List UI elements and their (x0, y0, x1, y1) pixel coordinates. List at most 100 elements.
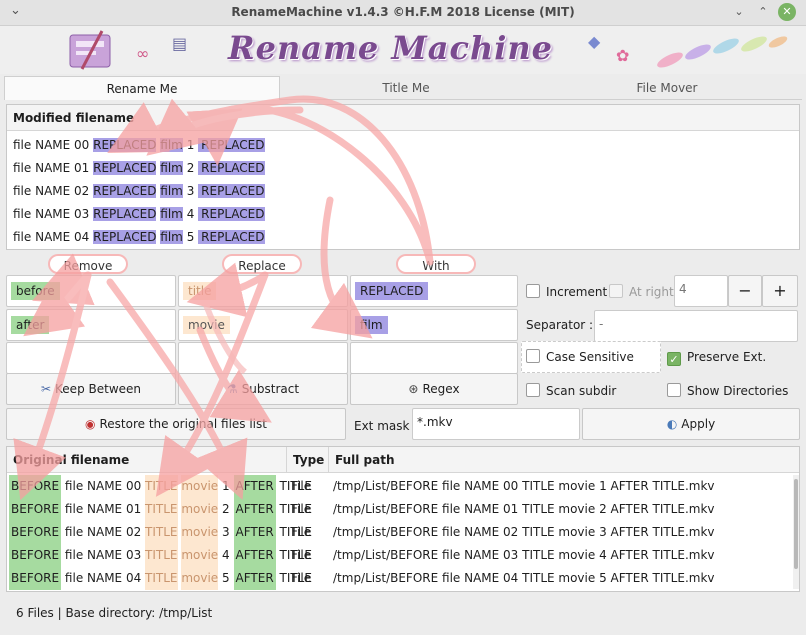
modified-replaced-1: REPLACED (93, 230, 157, 244)
modified-row[interactable]: file NAME 04 REPLACED film 5 REPLACED (13, 226, 265, 249)
table-row[interactable]: BEFORE file NAME 00 TITLE movie 1 AFTER … (7, 475, 793, 498)
replace-input-3[interactable] (178, 342, 348, 374)
apply-label: Apply (681, 417, 716, 431)
show-directories-checkbox[interactable]: Show Directories (667, 380, 788, 402)
case-sensitive-checkbox[interactable]: Case Sensitive (526, 346, 634, 368)
replace-input-1[interactable]: title (178, 275, 348, 307)
maximize-icon[interactable]: ⌃ (754, 3, 772, 21)
tab-bar: Rename Me Title Me File Mover (4, 76, 802, 100)
original-title: TITLE (145, 521, 178, 544)
keep-between-label: Keep Between (55, 382, 142, 396)
decor-links-icon: ∞ (136, 44, 150, 63)
table-row[interactable]: BEFORE file NAME 04 TITLE movie 5 AFTER … (7, 567, 793, 590)
remove-input-3[interactable] (6, 342, 176, 374)
status-bar: 6 Files | Base directory: /tmp/List (16, 606, 213, 620)
original-after: AFTER (233, 498, 276, 521)
original-after: AFTER (233, 475, 276, 498)
app-logo-icon (69, 30, 111, 70)
path-cell: /tmp/List/BEFORE file NAME 03 TITLE movi… (333, 548, 715, 562)
type-cell: File (291, 479, 312, 493)
modified-row[interactable]: file NAME 03 REPLACED film 4 REPLACED (13, 203, 265, 226)
remove-label: Remove (48, 254, 128, 274)
increment-button[interactable]: + (762, 275, 798, 307)
col-type[interactable]: Type (287, 447, 329, 473)
window-title: RenameMachine v1.4.3 ©H.F.M 2018 License… (231, 5, 575, 19)
tab-file-mover[interactable]: File Mover (532, 76, 802, 100)
modified-film: film (160, 161, 183, 175)
preserve-ext-checkbox[interactable]: ✓ Preserve Ext. (667, 346, 766, 368)
modified-number: 3 (186, 184, 195, 198)
modified-row[interactable]: file NAME 01 REPLACED film 2 REPLACED (13, 157, 265, 180)
col-full-path[interactable]: Full path (329, 447, 799, 473)
original-title: TITLE (145, 475, 178, 498)
increment-label: Increment (546, 285, 608, 299)
modified-row[interactable]: file NAME 02 REPLACED film 3 REPLACED (13, 180, 265, 203)
increment-value-field[interactable]: 4 (674, 275, 728, 307)
separator-field[interactable]: - (594, 310, 798, 342)
increment-checkbox[interactable]: Increment (526, 281, 607, 303)
modified-filename-header: Modified filename (7, 105, 799, 131)
decor-book-icon: ▤ (172, 34, 188, 53)
app-logo-text: Rename Machine (228, 29, 553, 67)
table-row[interactable]: BEFORE file NAME 03 TITLE movie 4 AFTER … (7, 544, 793, 567)
original-mid: file NAME 03 (64, 548, 142, 562)
substract-button[interactable]: ⚗ Substract (178, 373, 348, 405)
tab-rename-me[interactable]: Rename Me (4, 76, 280, 100)
modified-replaced-1: REPLACED (93, 184, 157, 198)
restore-icon: ◉ (85, 417, 96, 431)
tab-title-me[interactable]: Title Me (280, 76, 532, 100)
table-scrollbar[interactable] (793, 475, 799, 589)
modified-film: film (160, 138, 183, 152)
col-original-filename[interactable]: Original filename (7, 447, 287, 473)
regex-icon: ⊛ (408, 382, 419, 396)
with-input-1[interactable]: REPLACED (350, 275, 518, 307)
modified-number: 4 (186, 207, 195, 221)
modified-number: 5 (186, 230, 195, 244)
ext-mask-field[interactable]: *.mkv (412, 408, 580, 440)
apply-button[interactable]: ◐ Apply (582, 408, 800, 440)
show-directories-check-icon (667, 383, 681, 397)
keep-between-button[interactable]: ✂ Keep Between (6, 373, 176, 405)
close-icon[interactable]: ✕ (778, 3, 796, 21)
regex-button[interactable]: ⊛ Regex (350, 373, 518, 405)
table-row[interactable]: BEFORE file NAME 01 TITLE movie 2 AFTER … (7, 498, 793, 521)
window-titlebar: ⌄ RenameMachine v1.4.3 ©H.F.M 2018 Licen… (0, 0, 806, 26)
table-scrollbar-thumb[interactable] (794, 479, 798, 569)
original-mid: file NAME 01 (64, 502, 142, 516)
original-filename-cell: BEFORE file NAME 03 TITLE movie 4 AFTER … (9, 544, 312, 567)
table-row[interactable]: BEFORE file NAME 02 TITLE movie 3 AFTER … (7, 521, 793, 544)
modified-film: film (160, 184, 183, 198)
preserve-ext-label: Preserve Ext. (687, 350, 767, 364)
remove-input-1[interactable]: before (6, 275, 176, 307)
decrement-button[interactable]: − (728, 275, 762, 307)
with-input-2[interactable]: film (350, 309, 518, 341)
scan-subdir-checkbox[interactable]: Scan subdir (526, 380, 616, 402)
with-value-1: REPLACED (355, 282, 429, 300)
modified-prefix: file NAME 01 (13, 161, 90, 175)
with-input-3[interactable] (350, 342, 518, 374)
original-movie: movie (181, 498, 219, 521)
modified-filename-panel: Modified filename file NAME 00 REPLACED … (6, 104, 800, 250)
replace-input-2[interactable]: movie (178, 309, 348, 341)
original-movie: movie (181, 521, 219, 544)
remove-input-2[interactable]: after (6, 309, 176, 341)
substract-icon: ⚗ (226, 382, 238, 396)
path-cell: /tmp/List/BEFORE file NAME 04 TITLE movi… (333, 571, 715, 585)
path-cell: /tmp/List/BEFORE file NAME 02 TITLE movi… (333, 525, 715, 539)
modified-row[interactable]: file NAME 00 REPLACED film 1 REPLACED (13, 134, 265, 157)
minimize-icon[interactable]: ⌄ (730, 3, 748, 21)
original-filename-cell: BEFORE file NAME 04 TITLE movie 5 AFTER … (9, 567, 312, 590)
scan-subdir-check-icon (526, 383, 540, 397)
at-right-checkbox[interactable]: At right (609, 281, 674, 303)
original-before: BEFORE (9, 544, 62, 567)
path-cell: /tmp/List/BEFORE file NAME 01 TITLE movi… (333, 502, 715, 516)
original-before: BEFORE (9, 521, 62, 544)
replace-value-1: title (183, 282, 217, 300)
restore-button[interactable]: ◉ Restore the original files list (6, 408, 346, 440)
original-files-table: Original filename Type Full path BEFORE … (6, 446, 800, 592)
case-sensitive-label: Case Sensitive (546, 350, 634, 364)
original-before: BEFORE (9, 475, 62, 498)
modified-film: film (160, 207, 183, 221)
original-filename-cell: BEFORE file NAME 02 TITLE movie 3 AFTER … (9, 521, 312, 544)
type-cell: File (291, 502, 312, 516)
